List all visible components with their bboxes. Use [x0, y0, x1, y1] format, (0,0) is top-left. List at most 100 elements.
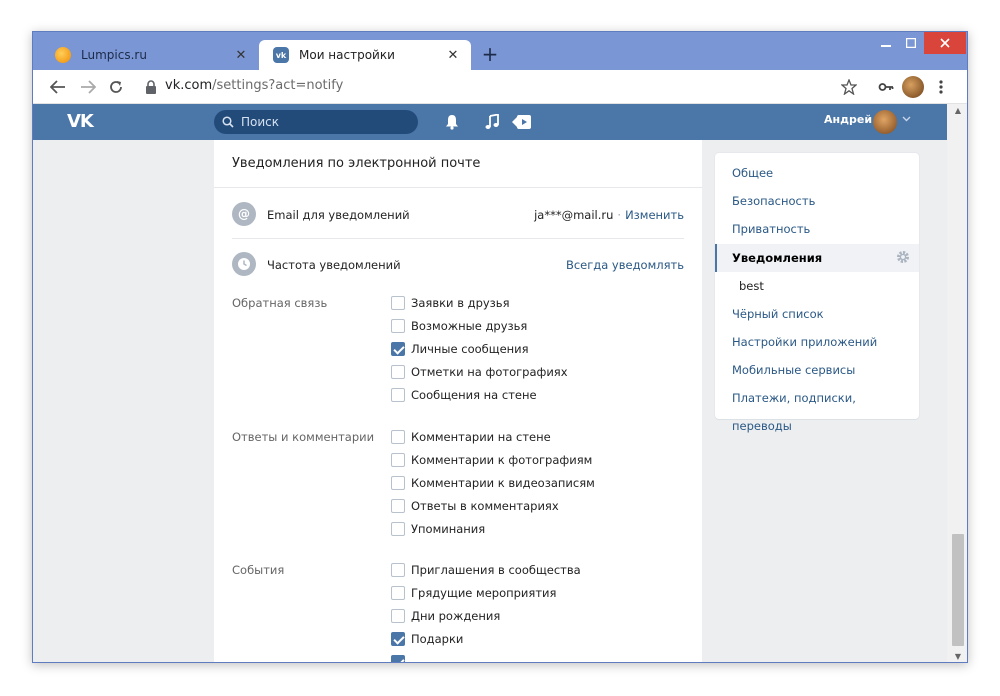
panel-title: Уведомления по электронной почте — [214, 140, 702, 188]
lumpics-favicon-icon — [55, 47, 71, 63]
checkbox-upcoming-events[interactable]: Грядущие мероприятия — [391, 585, 556, 601]
sidebar-item-notifications[interactable]: Уведомления — [715, 244, 919, 272]
sidebar-item-security[interactable]: Безопасность — [715, 187, 919, 215]
maximize-icon[interactable] — [900, 32, 922, 54]
lock-icon[interactable] — [143, 79, 159, 95]
tab-title: Lumpics.ru — [81, 48, 147, 62]
checkbox-box[interactable] — [391, 522, 405, 536]
checkbox-private-messages[interactable]: Личные сообщения — [391, 341, 529, 357]
vk-header: VK Андрей — [33, 104, 947, 140]
checkbox-birthdays[interactable]: Дни рождения — [391, 608, 500, 624]
checkbox-label: Возможные друзья — [411, 319, 528, 333]
checkbox-box[interactable] — [391, 319, 405, 333]
browser-toolbar: vk.com/settings?act=notify — [33, 70, 967, 104]
sidebar-item-privacy[interactable]: Приватность — [715, 215, 919, 243]
bookmark-star-icon[interactable] — [839, 77, 859, 97]
checkbox-wall-posts[interactable]: Сообщения на стене — [391, 387, 537, 403]
sidebar-item-payments[interactable]: Платежи, подписки, переводы — [715, 384, 919, 433]
checkbox-box-checked[interactable] — [391, 342, 405, 356]
checkbox-box[interactable] — [391, 499, 405, 513]
reload-icon[interactable] — [105, 76, 127, 98]
bell-icon[interactable] — [442, 112, 462, 132]
forward-arrow-icon[interactable] — [77, 76, 99, 98]
page-scrollbar[interactable]: ▲ ▼ — [947, 104, 967, 662]
checkbox-friend-requests[interactable]: Заявки в друзья — [391, 295, 510, 311]
checkbox-box[interactable] — [391, 563, 405, 577]
search-input[interactable] — [239, 114, 399, 130]
sidebar-item-app-settings[interactable]: Настройки приложений — [715, 328, 919, 356]
scrollbar-thumb[interactable] — [952, 534, 964, 646]
browser-window: Lumpics.ru ✕ vk Мои настройки ✕ + vk.com… — [32, 31, 968, 663]
gear-icon[interactable] — [895, 250, 911, 266]
back-arrow-icon[interactable] — [47, 76, 69, 98]
search-box[interactable] — [214, 110, 418, 134]
checkbox-label: Заявки в друзья — [411, 296, 510, 310]
minimize-icon[interactable] — [875, 32, 897, 54]
tab-strip: Lumpics.ru ✕ vk Мои настройки ✕ + — [33, 32, 967, 70]
key-icon[interactable] — [876, 77, 896, 97]
divider — [232, 238, 684, 239]
profile-avatar-icon[interactable] — [902, 76, 924, 98]
checkbox-box[interactable] — [391, 586, 405, 600]
checkbox-label: Комментарии на стене — [411, 430, 551, 444]
change-email-link[interactable]: Изменить — [625, 208, 684, 222]
sidebar-item-general[interactable]: Общее — [715, 159, 919, 187]
checkbox-label: Комментарии к видеозаписям — [411, 476, 595, 490]
frequency-value-link[interactable]: Всегда уведомлять — [566, 258, 684, 272]
checkbox-box-checked[interactable] — [391, 632, 405, 646]
checkbox-comment-replies[interactable]: Ответы в комментариях — [391, 498, 559, 514]
checkbox-community-invites[interactable]: Приглашения в сообщества — [391, 562, 581, 578]
sidebar-item-blacklist[interactable]: Чёрный список — [715, 300, 919, 328]
url-host: vk.com — [165, 78, 213, 93]
separator: · — [617, 208, 622, 222]
checkbox-box[interactable] — [391, 453, 405, 467]
user-name[interactable]: Андрей — [824, 113, 872, 126]
checkbox-label: Приглашения в сообщества — [411, 563, 581, 577]
close-icon[interactable]: ✕ — [445, 47, 461, 63]
checkbox-box[interactable] — [391, 430, 405, 444]
checkbox-box[interactable] — [391, 476, 405, 490]
sidebar-item-label: Уведомления — [732, 251, 823, 265]
vk-logo[interactable]: VK — [67, 111, 107, 133]
tab-lumpics[interactable]: Lumpics.ru ✕ — [41, 40, 259, 70]
clock-icon — [232, 252, 256, 276]
scroll-down-arrow-icon[interactable]: ▼ — [947, 650, 967, 662]
checkbox-label: Комментарии к фотографиям — [411, 453, 593, 467]
checkbox-label: Отметки на фотографиях — [411, 365, 568, 379]
checkbox-wall-comments[interactable]: Комментарии на стене — [391, 429, 551, 445]
music-icon[interactable] — [482, 112, 502, 132]
tab-vk-settings[interactable]: vk Мои настройки ✕ — [259, 40, 471, 70]
sidebar-item-best[interactable]: best — [715, 272, 919, 300]
checkbox-box[interactable] — [391, 365, 405, 379]
scroll-up-arrow-icon[interactable]: ▲ — [947, 104, 967, 118]
checkbox-label: Ответы в комментариях — [411, 499, 559, 513]
url-path: /settings?act=notify — [212, 78, 344, 93]
checkbox-mentions[interactable]: Упоминания — [391, 521, 485, 537]
checkbox-box[interactable] — [391, 388, 405, 402]
sidebar-item-mobile-services[interactable]: Мобильные сервисы — [715, 356, 919, 384]
email-label: Email для уведомлений — [267, 208, 410, 222]
video-play-icon[interactable] — [512, 112, 532, 132]
checkbox-possible-friends[interactable]: Возможные друзья — [391, 318, 527, 334]
new-tab-button[interactable]: + — [479, 44, 501, 66]
address-bar[interactable]: vk.com/settings?act=notify — [165, 78, 343, 93]
chevron-down-icon[interactable] — [902, 114, 911, 125]
settings-sidebar: Общее Безопасность Приватность Уведомлен… — [715, 153, 919, 433]
group-label-replies: Ответы и комментарии — [232, 430, 375, 444]
checkbox-gifts[interactable]: Подарки — [391, 631, 463, 647]
checkbox-partially-visible[interactable] — [391, 654, 411, 662]
checkbox-label: Сообщения на стене — [411, 388, 537, 402]
group-label-feedback: Обратная связь — [232, 296, 328, 310]
user-avatar[interactable] — [873, 110, 897, 134]
window-close-icon[interactable] — [924, 32, 966, 54]
close-icon[interactable]: ✕ — [233, 47, 249, 63]
checkbox-box[interactable] — [391, 609, 405, 623]
checkbox-box-checked[interactable] — [391, 655, 405, 662]
checkbox-video-comments[interactable]: Комментарии к видеозаписям — [391, 475, 595, 491]
checkbox-label: Личные сообщения — [411, 342, 529, 356]
checkbox-photo-tags[interactable]: Отметки на фотографиях — [391, 364, 568, 380]
menu-dots-icon[interactable] — [931, 77, 951, 97]
search-icon — [222, 116, 234, 128]
checkbox-box[interactable] — [391, 296, 405, 310]
checkbox-photo-comments[interactable]: Комментарии к фотографиям — [391, 452, 592, 468]
